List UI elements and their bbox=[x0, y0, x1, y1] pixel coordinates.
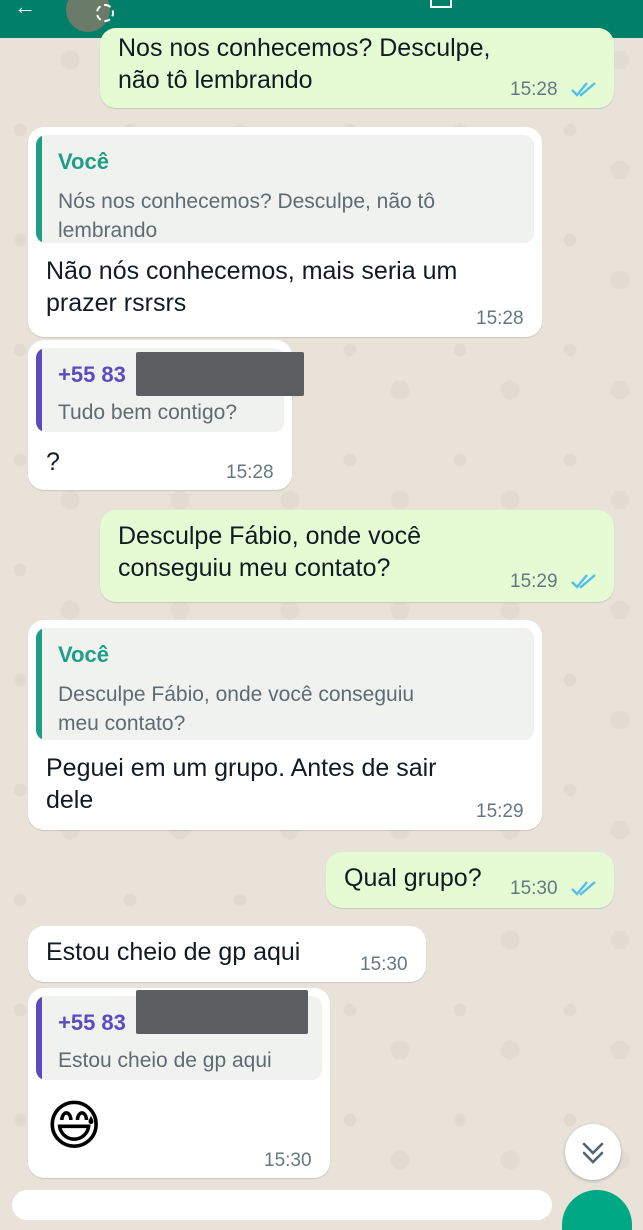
message-text: Peguei em um grupo. Antes de sair dele bbox=[46, 754, 437, 814]
back-arrow-icon[interactable]: ← bbox=[14, 0, 36, 20]
quote-text: Nós nos conhecemos? Desculpe, não tô lem… bbox=[58, 190, 436, 242]
chevron-double-down-icon bbox=[582, 1142, 604, 1164]
quote-author: Você bbox=[58, 642, 109, 667]
message-time: 15:28 bbox=[226, 462, 274, 483]
quote-text: Desculpe Fábio, onde você conseguiu meu … bbox=[58, 683, 415, 735]
quote-author: Você bbox=[58, 149, 109, 174]
read-ticks-icon bbox=[571, 881, 596, 896]
call-icon[interactable] bbox=[520, 0, 538, 6]
message-time: 15:28 bbox=[476, 308, 524, 329]
message-time: 15:29 bbox=[476, 801, 524, 822]
quote-accent-bar bbox=[36, 628, 42, 740]
message-incoming[interactable]: Estou cheio de gp aqui 15:30 bbox=[28, 926, 426, 982]
message-outgoing[interactable]: Qual grupo? 15:30 bbox=[326, 852, 614, 908]
message-text: Qual grupo? bbox=[344, 864, 482, 892]
scroll-to-bottom-button[interactable] bbox=[565, 1124, 621, 1180]
video-call-icon[interactable] bbox=[430, 0, 452, 8]
quoted-message[interactable]: Você Desculpe Fábio, onde você conseguiu… bbox=[36, 628, 534, 740]
message-outgoing[interactable]: Nos nos conhecemos? Desculpe, não tô lem… bbox=[100, 28, 614, 108]
message-incoming[interactable]: Você Desculpe Fábio, onde você conseguiu… bbox=[28, 620, 542, 830]
message-time: 15:30 bbox=[510, 878, 558, 899]
quote-accent-bar bbox=[36, 996, 42, 1080]
message-incoming[interactable]: +55 83 Tudo bem contigo? ? 15:28 bbox=[28, 340, 304, 490]
quote-accent-bar bbox=[36, 135, 42, 243]
more-options-icon[interactable] bbox=[602, 0, 606, 6]
redacted-phone bbox=[136, 352, 304, 396]
quote-author: +55 83 bbox=[58, 362, 126, 387]
message-text: Nos nos conhecemos? Desculpe, não tô lem… bbox=[118, 34, 491, 94]
message-incoming[interactable]: Você Nós nos conhecemos? Desculpe, não t… bbox=[28, 127, 542, 337]
message-time: 15:30 bbox=[264, 1150, 312, 1171]
message-time: 15:29 bbox=[510, 571, 558, 592]
quote-text: Estou cheio de gp aqui bbox=[58, 1049, 272, 1072]
message-time: 15:28 bbox=[510, 79, 558, 100]
message-text: Estou cheio de gp aqui bbox=[46, 938, 301, 966]
redacted-phone bbox=[136, 990, 308, 1034]
message-input[interactable] bbox=[12, 1190, 552, 1220]
message-text: Não nós conhecemos, mais seria um prazer… bbox=[46, 257, 458, 317]
quoted-message[interactable]: Você Nós nos conhecemos? Desculpe, não t… bbox=[36, 135, 534, 243]
status-ring-icon bbox=[96, 4, 114, 22]
message-text: ? bbox=[46, 448, 60, 476]
quote-accent-bar bbox=[36, 348, 42, 432]
emoji-sweat-smile: 😅 bbox=[46, 1096, 103, 1156]
message-outgoing[interactable]: Desculpe Fábio, onde você conseguiu meu … bbox=[100, 510, 614, 602]
message-time: 15:30 bbox=[360, 954, 408, 975]
message-text: Desculpe Fábio, onde você conseguiu meu … bbox=[118, 522, 421, 582]
quote-author: +55 83 bbox=[58, 1010, 126, 1035]
read-ticks-icon bbox=[571, 574, 596, 589]
message-incoming[interactable]: +55 83 Estou cheio de gp aqui 😅 15:30 bbox=[28, 988, 330, 1178]
quote-text: Tudo bem contigo? bbox=[58, 401, 238, 424]
read-ticks-icon bbox=[571, 82, 596, 97]
